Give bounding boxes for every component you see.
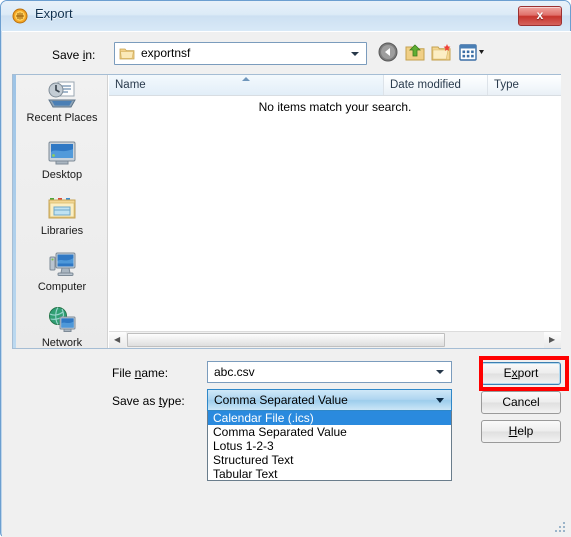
libraries-icon	[48, 198, 76, 219]
sidebar-item-network[interactable]: Network	[16, 304, 108, 360]
file-name-label: File name:	[112, 366, 169, 380]
desktop-icon	[48, 141, 76, 165]
export-button[interactable]: Export	[481, 362, 561, 385]
lotus-notes-icon	[12, 8, 28, 24]
column-header-type[interactable]: Type	[488, 75, 561, 95]
save-as-type-dropdown-list[interactable]: Calendar File (.ics) Comma Separated Val…	[207, 411, 452, 481]
horizontal-scrollbar[interactable]: ◀ ▶	[109, 331, 561, 348]
caret-left-icon: ◀	[114, 335, 121, 344]
column-header-date-modified[interactable]: Date modified	[384, 75, 488, 95]
chevron-down-icon[interactable]	[436, 398, 444, 403]
back-arrow-icon	[378, 42, 398, 62]
views-icon	[459, 44, 484, 61]
recent-places-icon	[48, 81, 76, 108]
scroll-left-button[interactable]: ◀	[109, 332, 126, 348]
help-button[interactable]: Help	[481, 420, 561, 443]
chevron-down-icon[interactable]	[436, 370, 444, 374]
save-in-label: Save in:	[52, 48, 96, 62]
up-folder-icon	[405, 44, 425, 61]
sidebar-item-label: Network	[41, 337, 83, 349]
computer-icon	[49, 252, 76, 276]
sidebar-item-label: Computer	[37, 281, 87, 293]
save-in-combobox[interactable]: exportnsf	[114, 42, 367, 65]
dropdown-option[interactable]: Structured Text	[208, 453, 451, 467]
new-folder-icon	[431, 44, 451, 61]
sidebar-item-label: Libraries	[40, 225, 84, 237]
sort-ascending-icon	[242, 77, 250, 81]
resize-grip[interactable]	[555, 522, 567, 534]
file-name-value: abc.csv	[214, 365, 255, 379]
save-as-type-label: Save as type:	[112, 394, 185, 408]
sidebar-item-desktop[interactable]: Desktop	[16, 136, 108, 192]
dropdown-option[interactable]: Tabular Text	[208, 467, 451, 481]
dropdown-option[interactable]: Calendar File (.ics)	[208, 411, 451, 425]
file-browser-panel: Recent Places Desktop Libraries Computer…	[12, 74, 561, 349]
file-list[interactable]: Name Date modified Type No items match y…	[109, 75, 561, 348]
up-button[interactable]	[403, 41, 427, 64]
empty-list-message: No items match your search.	[258, 100, 412, 114]
cancel-button[interactable]: Cancel	[481, 391, 561, 414]
sidebar-item-recent-places[interactable]: Recent Places	[16, 79, 108, 135]
new-folder-button[interactable]	[430, 41, 454, 64]
save-as-type-value: Comma Separated Value	[214, 393, 348, 407]
export-file-dialog: Export x Save in: exportnsf Recent Place…	[0, 0, 571, 537]
file-name-input[interactable]: abc.csv	[207, 361, 452, 383]
dialog-body: Save in: exportnsf Recent Places Desktop…	[2, 31, 571, 537]
chevron-down-icon[interactable]	[351, 52, 359, 56]
dropdown-option[interactable]: Comma Separated Value	[208, 425, 451, 439]
views-button[interactable]	[457, 41, 489, 64]
dropdown-option[interactable]: Lotus 1-2-3	[208, 439, 451, 453]
scrollbar-thumb[interactable]	[127, 333, 445, 347]
window-title: Export	[35, 6, 73, 21]
scroll-right-button[interactable]: ▶	[544, 332, 561, 348]
close-button[interactable]: x	[518, 6, 562, 26]
sidebar-item-computer[interactable]: Computer	[16, 248, 108, 304]
close-icon: x	[536, 8, 544, 22]
title-bar[interactable]: Export x	[1, 1, 570, 31]
save-in-value: exportnsf	[141, 46, 191, 60]
folder-icon	[119, 48, 135, 60]
save-as-type-combobox[interactable]: Comma Separated Value	[207, 389, 452, 411]
sidebar-item-libraries[interactable]: Libraries	[16, 192, 108, 248]
file-list-header: Name Date modified Type	[109, 75, 561, 96]
back-button[interactable]	[376, 41, 400, 64]
caret-right-icon: ▶	[549, 335, 556, 344]
places-sidebar: Recent Places Desktop Libraries Computer…	[13, 75, 108, 349]
sidebar-item-label: Recent Places	[26, 112, 98, 124]
network-icon	[49, 307, 76, 332]
sidebar-item-label: Desktop	[41, 169, 83, 181]
